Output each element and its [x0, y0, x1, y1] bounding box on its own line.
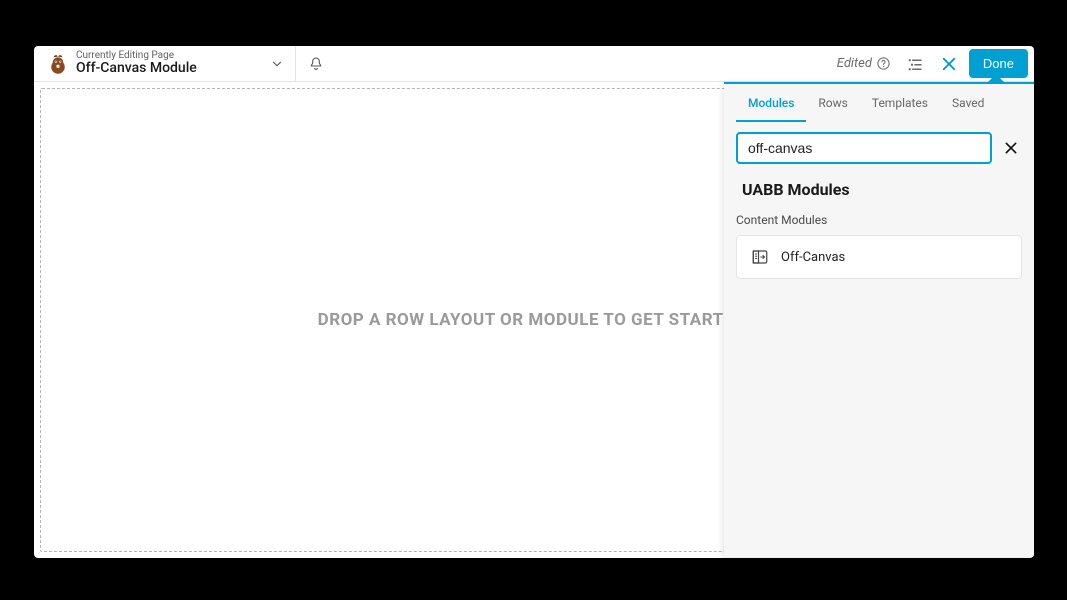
- content-panel: Modules Rows Templates Saved UABB Module…: [724, 82, 1034, 557]
- module-label: Off-Canvas: [781, 250, 845, 265]
- top-bar: Currently Editing Page Off-Canvas Module…: [34, 46, 1034, 82]
- edited-status: Edited: [837, 56, 891, 71]
- notifications-button[interactable]: [298, 46, 334, 82]
- divider: [295, 46, 296, 82]
- content-panel-toggle[interactable]: [935, 50, 963, 78]
- drop-message: DROP A ROW LAYOUT OR MODULE TO GET START…: [318, 310, 751, 330]
- app-window: Currently Editing Page Off-Canvas Module…: [34, 46, 1034, 558]
- clear-search-button[interactable]: [1000, 137, 1022, 159]
- close-icon: [940, 55, 958, 73]
- tab-templates[interactable]: Templates: [860, 88, 940, 122]
- page-context: Currently Editing Page Off-Canvas Module: [76, 51, 197, 76]
- offcanvas-icon: [751, 248, 769, 266]
- close-icon: [1003, 140, 1019, 156]
- results-section-title: UABB Modules: [724, 170, 1034, 203]
- outline-button[interactable]: [901, 50, 929, 78]
- search-input[interactable]: [736, 132, 992, 164]
- tab-modules[interactable]: Modules: [736, 88, 806, 122]
- results-group-label: Content Modules: [724, 203, 1034, 235]
- help-icon[interactable]: [876, 56, 891, 71]
- edited-label: Edited: [837, 56, 872, 71]
- beaver-logo: [46, 52, 70, 76]
- tab-saved[interactable]: Saved: [940, 88, 996, 122]
- page-dropdown-toggle[interactable]: [261, 48, 293, 80]
- outline-icon: [906, 55, 924, 73]
- bell-icon: [308, 56, 324, 72]
- module-off-canvas[interactable]: Off-Canvas: [736, 235, 1022, 279]
- panel-tabs: Modules Rows Templates Saved: [724, 84, 1034, 122]
- page-title: Off-Canvas Module: [76, 61, 197, 76]
- chevron-down-icon: [270, 57, 284, 71]
- tab-rows[interactable]: Rows: [806, 88, 859, 122]
